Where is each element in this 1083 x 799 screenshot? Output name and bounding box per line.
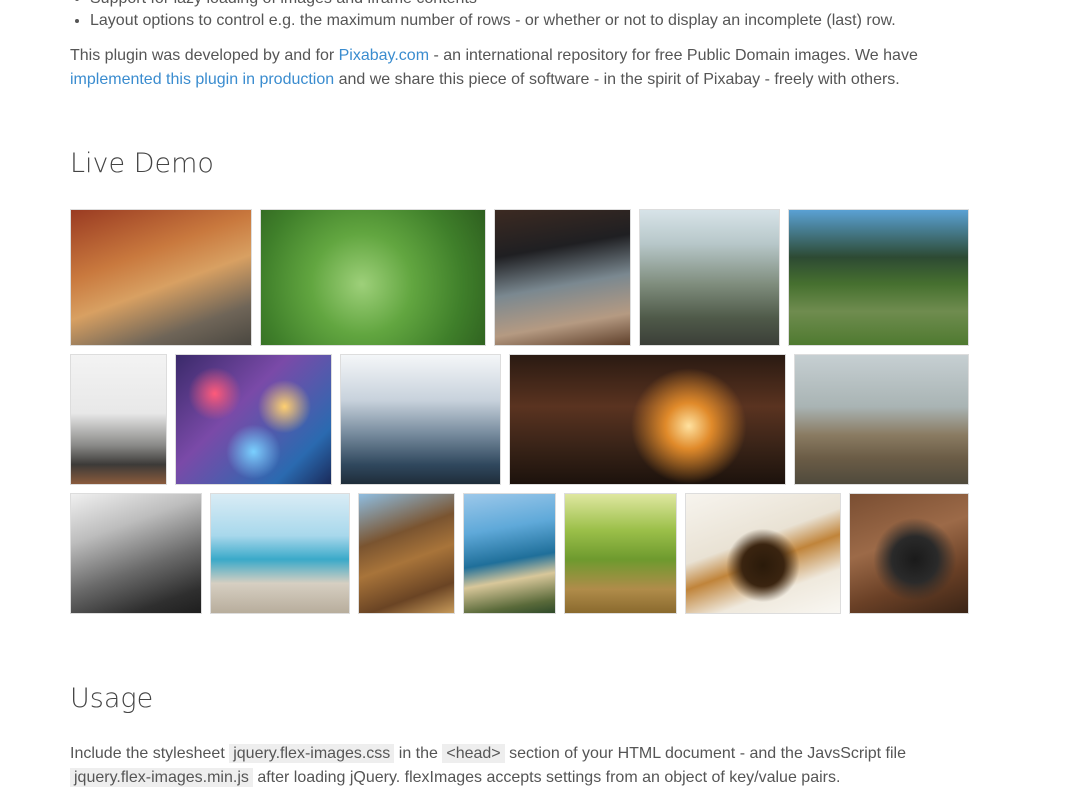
photo-steaming-cup[interactable]: [340, 354, 501, 485]
photo-laptop-phone[interactable]: [494, 209, 631, 346]
usage-text: Include the stylesheet: [70, 745, 230, 762]
photo-iron-arches[interactable]: [358, 493, 455, 614]
photo-mossy-field[interactable]: [564, 493, 677, 614]
photo-mountain-valley[interactable]: [70, 493, 202, 614]
intro-text: - an international repository for free P…: [429, 47, 918, 64]
usage-text: in the: [394, 745, 443, 762]
intro-text: This plugin was developed by and for: [70, 47, 339, 64]
intro-text: and we share this piece of software - in…: [334, 71, 900, 88]
photo-pelican-pier[interactable]: [210, 493, 350, 614]
photo-alley[interactable]: [70, 209, 252, 346]
photo-log-pile[interactable]: [794, 354, 969, 485]
photo-forest-path[interactable]: [788, 209, 969, 346]
usage-text: section of your HTML document - and the …: [504, 745, 906, 762]
stylesheet-filename: jquery.flex-images.css: [229, 744, 395, 763]
photo-sunset-street[interactable]: [509, 354, 786, 485]
photo-leaf-drops[interactable]: [260, 209, 486, 346]
usage-heading: Usage: [70, 683, 154, 714]
live-demo-heading: Live Demo: [70, 148, 214, 179]
usage-text: after loading jQuery. flexImages accepts…: [252, 769, 841, 786]
feature-item: Support for lazy loading of images and i…: [90, 0, 896, 10]
photo-bokeh-lights[interactable]: [175, 354, 332, 485]
feature-item: Layout options to control e.g. the maxim…: [90, 10, 896, 32]
photo-record-player[interactable]: [70, 354, 167, 485]
head-tag: <head>: [442, 744, 505, 763]
intro-paragraph: This plugin was developed by and for Pix…: [70, 44, 970, 92]
script-filename: jquery.flex-images.min.js: [70, 768, 253, 787]
photo-cliff-road[interactable]: [639, 209, 780, 346]
usage-paragraph: Include the stylesheet jquery.flex-image…: [70, 742, 970, 790]
pixabay-link[interactable]: Pixabay.com: [339, 47, 429, 64]
feature-list: Support for lazy loading of images and i…: [70, 0, 896, 32]
photo-coastline[interactable]: [463, 493, 556, 614]
photo-camera-hands[interactable]: [849, 493, 969, 614]
photo-honey-dipper[interactable]: [685, 493, 841, 614]
production-link[interactable]: implemented this plugin in production: [70, 71, 334, 88]
